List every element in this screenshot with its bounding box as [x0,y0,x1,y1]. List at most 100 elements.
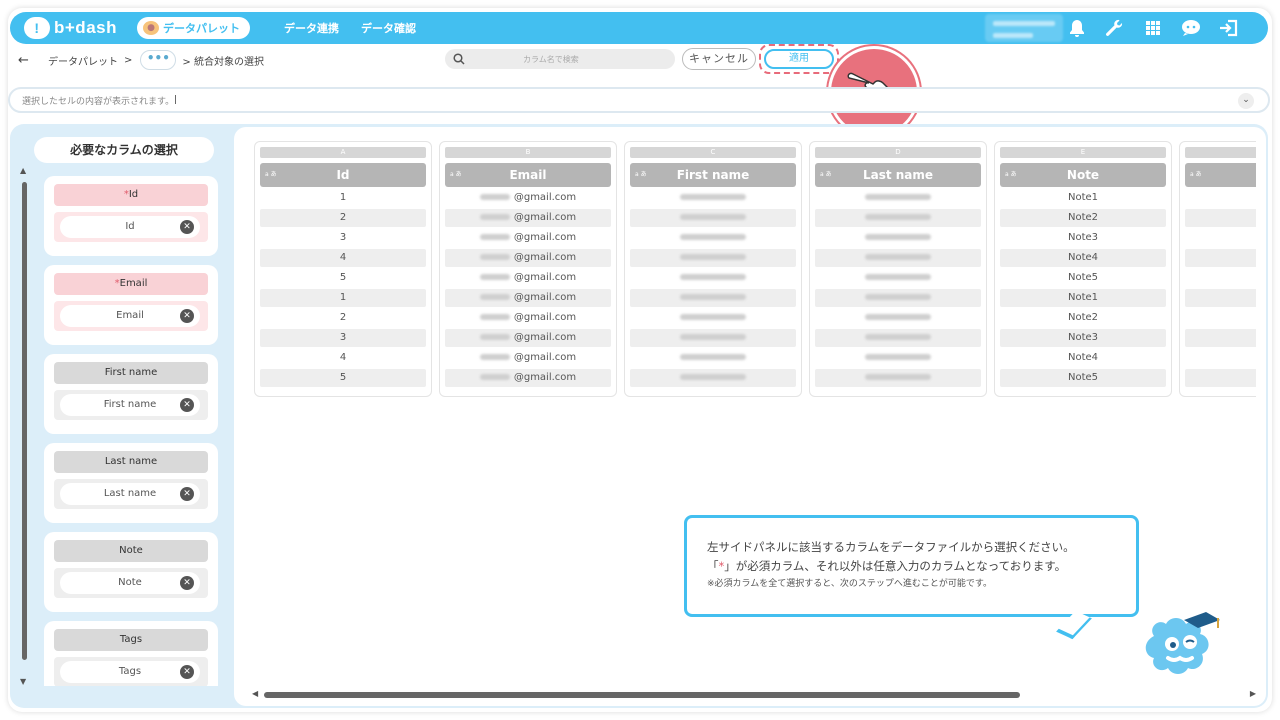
column-drop-slot[interactable]: Last name ✕ [54,479,208,509]
table-cell[interactable] [1185,289,1256,307]
table-cell[interactable]: @gmail.com [445,269,611,287]
column-drop-slot[interactable]: Email ✕ [54,301,208,331]
data-column[interactable]: Da あ Last name [809,141,987,397]
grid-icon[interactable] [1143,18,1163,38]
table-cell[interactable] [1185,369,1256,387]
table-cell[interactable]: Note4 [1000,249,1166,267]
table-cell[interactable]: 4 [260,249,426,267]
data-column[interactable]: Ba あ Email @gmail.com @gmail.com @gmail.com @… [439,141,617,397]
data-column[interactable]: Ea あ Note Note1 Note2 Note3 Note4 Note5 Note1 No… [994,141,1172,397]
close-icon[interactable]: ✕ [180,487,194,501]
table-cell[interactable] [630,209,796,227]
close-icon[interactable]: ✕ [180,398,194,412]
column-drop-slot[interactable]: Id ✕ [54,212,208,242]
table-cell[interactable] [815,249,981,267]
table-cell[interactable] [815,309,981,327]
sidebar-scrollbar[interactable]: ▲ ▼ [18,166,30,686]
table-cell[interactable]: @gmail.com [445,209,611,227]
cancel-button[interactable]: キャンセル [682,48,756,70]
table-cell[interactable]: Note2 [1000,309,1166,327]
close-icon[interactable]: ✕ [180,665,194,679]
selected-column-chip[interactable]: Email ✕ [60,305,200,327]
table-cell[interactable]: @gmail.com [445,249,611,267]
column-drop-slot[interactable]: Tags ✕ [54,657,208,686]
table-cell[interactable] [630,289,796,307]
data-column[interactable]: Aa あ Id 1 2 3 4 5 1 2 3 4 5 [254,141,432,397]
column-header[interactable]: a あ [1185,163,1256,187]
selected-column-chip[interactable]: Last name ✕ [60,483,200,505]
table-cell[interactable] [815,189,981,207]
column-header[interactable]: a あ Email [445,163,611,187]
selected-column-chip[interactable]: Id ✕ [60,216,200,238]
scroll-up-icon[interactable]: ▲ [20,166,26,175]
apply-button[interactable]: 適用 [764,49,834,69]
table-cell[interactable]: 1 [260,189,426,207]
table-cell[interactable]: Note4 [1000,349,1166,367]
table-cell[interactable]: 5 [260,369,426,387]
table-cell[interactable] [630,349,796,367]
table-cell[interactable]: @gmail.com [445,349,611,367]
table-cell[interactable]: @gmail.com [445,189,611,207]
table-cell[interactable]: Note2 [1000,209,1166,227]
table-cell[interactable] [630,269,796,287]
table-cell[interactable] [630,229,796,247]
table-cell[interactable] [1185,229,1256,247]
wrench-icon[interactable] [1104,18,1124,38]
table-cell[interactable] [630,369,796,387]
scroll-left-icon[interactable]: ◀ [252,689,258,698]
table-cell[interactable]: Note5 [1000,369,1166,387]
scroll-right-icon[interactable]: ▶ [1250,689,1256,698]
table-cell[interactable]: 4 [260,349,426,367]
table-cell[interactable] [1185,309,1256,327]
column-drop-slot[interactable]: First name ✕ [54,390,208,420]
table-cell[interactable] [815,229,981,247]
sidebar-scroll-thumb[interactable] [22,182,27,660]
table-cell[interactable]: 1 [260,289,426,307]
column-header[interactable]: a あ Last name [815,163,981,187]
close-icon[interactable]: ✕ [180,220,194,234]
logout-icon[interactable] [1219,18,1239,38]
cell-content-bar[interactable]: 選択したセルの内容が表示されます。 | ⌄ [8,87,1270,113]
table-cell[interactable]: 2 [260,209,426,227]
table-cell[interactable]: @gmail.com [445,369,611,387]
column-drop-slot[interactable]: Note ✕ [54,568,208,598]
bell-icon[interactable] [1067,18,1087,38]
table-cell[interactable]: Note3 [1000,329,1166,347]
table-cell[interactable]: @gmail.com [445,289,611,307]
selected-column-chip[interactable]: First name ✕ [60,394,200,416]
table-scroll-thumb[interactable] [264,692,1020,698]
breadcrumb-data-palette[interactable]: データパレット [48,53,118,68]
table-cell[interactable] [815,209,981,227]
table-cell[interactable] [815,289,981,307]
selected-column-chip[interactable]: Tags ✕ [60,661,200,683]
nav-data-integration[interactable]: データ連携 [284,20,339,36]
table-cell[interactable] [1185,329,1256,347]
data-column[interactable]: Ca あ First name [624,141,802,397]
table-cell[interactable] [630,309,796,327]
logo[interactable]: ! b+dash [24,17,117,39]
scroll-down-icon[interactable]: ▼ [20,677,26,686]
table-cell[interactable]: 3 [260,329,426,347]
table-cell[interactable]: @gmail.com [445,329,611,347]
table-cell[interactable] [815,349,981,367]
column-header[interactable]: a あ First name [630,163,796,187]
column-search-input[interactable]: カラム名で検索 [445,49,675,69]
table-horizontal-scrollbar[interactable]: ◀ ▶ [252,689,1256,700]
table-cell[interactable] [815,269,981,287]
close-icon[interactable]: ✕ [180,576,194,590]
table-cell[interactable]: @gmail.com [445,229,611,247]
table-cell[interactable] [1185,349,1256,367]
table-cell[interactable]: Note1 [1000,289,1166,307]
table-cell[interactable] [815,369,981,387]
data-column[interactable]: a あ [1179,141,1256,397]
breadcrumb-more-button[interactable]: ••• [140,50,177,70]
table-cell[interactable] [630,329,796,347]
chevron-down-icon[interactable]: ⌄ [1238,93,1254,109]
table-cell[interactable]: Note1 [1000,189,1166,207]
table-cell[interactable] [1185,269,1256,287]
back-arrow-icon[interactable]: ← [18,53,38,68]
table-cell[interactable] [1185,209,1256,227]
column-header[interactable]: a あ Note [1000,163,1166,187]
table-cell[interactable]: Note3 [1000,229,1166,247]
table-cell[interactable] [630,189,796,207]
